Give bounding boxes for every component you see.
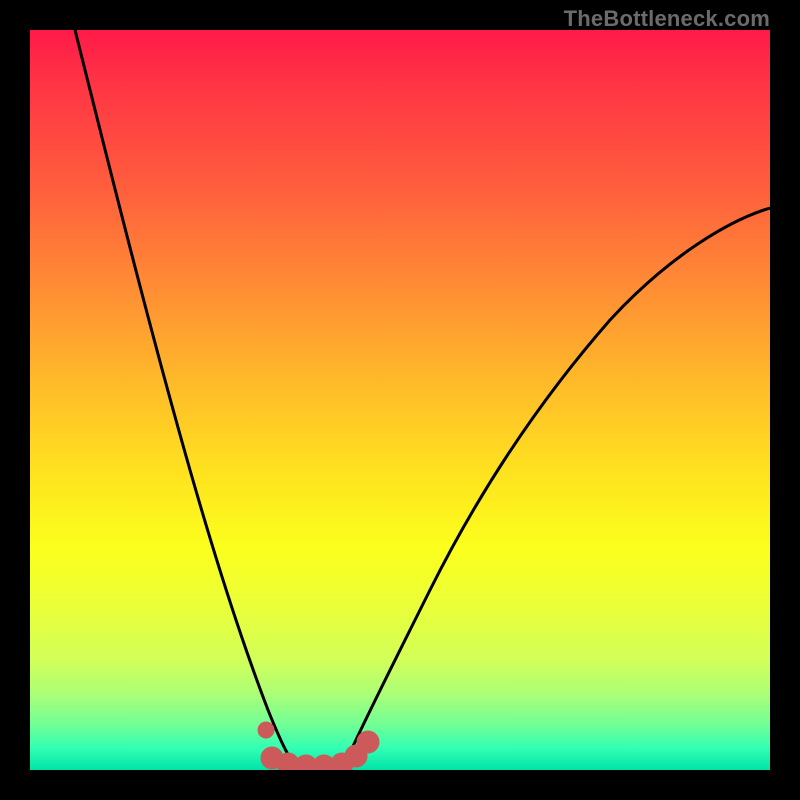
chart-svg xyxy=(30,30,770,770)
chart-plot-area xyxy=(30,30,770,770)
right-curve xyxy=(342,208,770,770)
watermark-text: TheBottleneck.com xyxy=(564,6,770,32)
left-curve xyxy=(75,30,300,770)
